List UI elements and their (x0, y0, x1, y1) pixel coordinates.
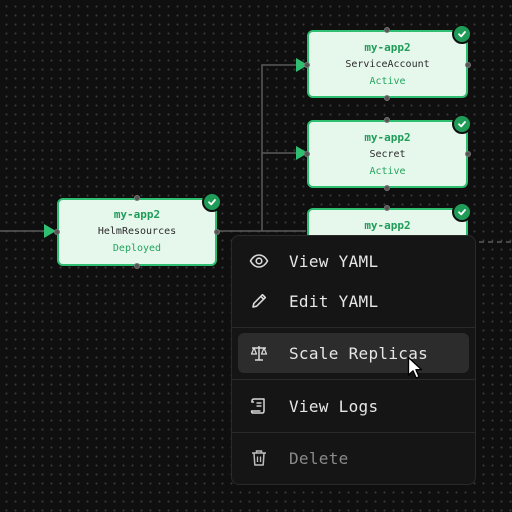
secret-node[interactable]: my-app2 Secret Active (307, 120, 468, 188)
view-yaml-menu-item[interactable]: View YAML (238, 241, 469, 281)
menu-item-label: Delete (289, 448, 349, 468)
check-icon (458, 209, 466, 216)
pencil-icon (248, 290, 270, 312)
node-kind: Secret (369, 149, 406, 160)
menu-item-label: View YAML (289, 251, 379, 271)
mouse-cursor-icon (407, 356, 423, 379)
node-handle-top[interactable] (384, 117, 390, 123)
helm-resources-node[interactable]: my-app2 HelmResources Deployed (57, 198, 217, 266)
service-account-node[interactable]: my-app2 ServiceAccount Active (307, 30, 468, 98)
status-check-badge (452, 114, 472, 134)
check-icon (208, 199, 216, 206)
scroll-icon (248, 395, 270, 417)
node-name: my-app2 (364, 131, 411, 144)
view-logs-menu-item[interactable]: View Logs (238, 386, 469, 426)
node-handle-bottom[interactable] (384, 185, 390, 191)
menu-divider (232, 327, 475, 328)
node-handle-bottom[interactable] (384, 95, 390, 101)
context-menu: View YAML Edit YAML Scale Replicas View … (231, 235, 476, 485)
node-handle-top[interactable] (134, 195, 140, 201)
status-check-badge (202, 192, 222, 212)
node-handle-top[interactable] (384, 205, 390, 211)
node-status: Deployed (112, 243, 162, 254)
menu-item-label: View Logs (289, 396, 379, 416)
node-handle-left[interactable] (304, 151, 310, 157)
node-name: my-app2 (113, 208, 161, 221)
eye-icon (248, 250, 270, 272)
node-handle-left[interactable] (54, 229, 60, 235)
status-check-badge (452, 202, 472, 222)
scale-icon (248, 342, 270, 364)
node-handle-top[interactable] (384, 27, 390, 33)
menu-divider (232, 432, 475, 433)
check-icon (458, 121, 466, 128)
node-handle-right[interactable] (465, 62, 471, 68)
edit-yaml-menu-item[interactable]: Edit YAML (238, 281, 469, 321)
node-name: my-app2 (364, 219, 411, 232)
node-handle-right[interactable] (465, 151, 471, 157)
scale-replicas-menu-item[interactable]: Scale Replicas (238, 333, 469, 373)
node-kind: HelmResources (97, 226, 177, 237)
node-handle-left[interactable] (304, 62, 310, 68)
status-check-badge (452, 24, 472, 44)
node-handle-bottom[interactable] (134, 263, 140, 269)
trash-icon (248, 447, 270, 469)
edge-to-service-account (216, 64, 300, 232)
node-status: Active (369, 166, 406, 177)
check-icon (458, 31, 466, 38)
node-name: my-app2 (364, 41, 411, 54)
delete-menu-item[interactable]: Delete (238, 438, 469, 478)
node-status: Active (369, 76, 406, 87)
node-kind: ServiceAccount (345, 59, 430, 70)
node-handle-right[interactable] (214, 229, 220, 235)
menu-item-label: Edit YAML (289, 291, 379, 311)
menu-divider (232, 379, 475, 380)
